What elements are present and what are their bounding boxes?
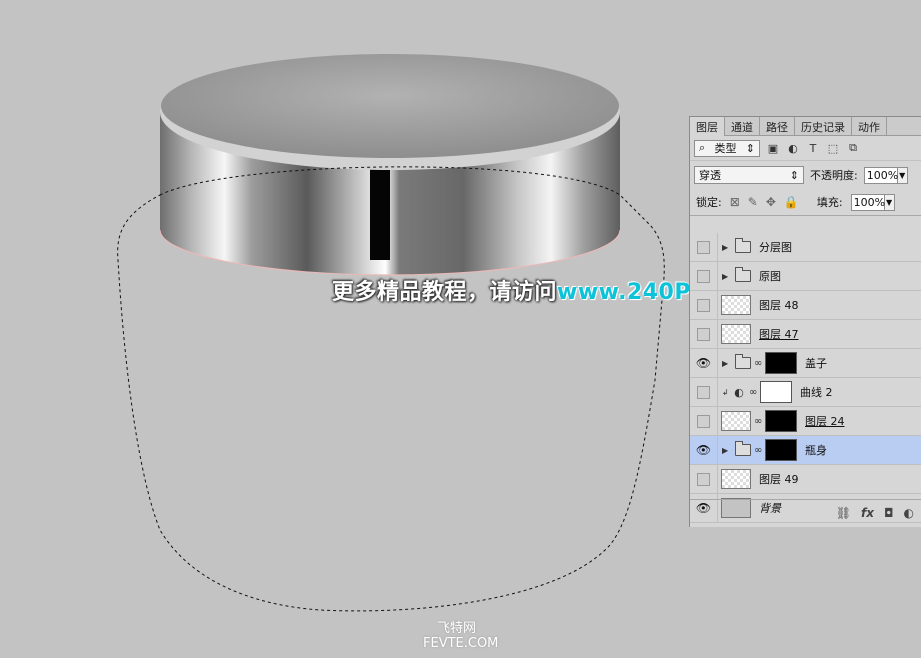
promo-text: 更多精品教程，请访问	[332, 280, 558, 305]
fx-icon[interactable]: fx	[861, 506, 874, 520]
tab-actions[interactable]: 动作	[852, 117, 887, 135]
lock-move-icon[interactable]: ✥	[766, 195, 776, 209]
updown-icon: ⇕	[789, 168, 799, 182]
layer-row[interactable]: ▶ 分层图	[690, 233, 921, 262]
lid-top	[161, 54, 619, 158]
visibility-toggle[interactable]	[690, 291, 718, 319]
smart-object-filter-icon[interactable]: ⧉	[846, 141, 860, 155]
layer-name: 图层 48	[759, 299, 799, 312]
shape-filter-icon[interactable]: ⬚	[826, 142, 840, 155]
link-icon: ∞	[749, 386, 758, 398]
link-icon: ∞	[754, 357, 763, 369]
layer-mask-thumbnail	[765, 439, 797, 461]
layer-name: 图层 24	[805, 415, 845, 428]
layer-row[interactable]: 图层 49	[690, 465, 921, 494]
tab-history[interactable]: 历史记录	[795, 117, 852, 135]
layer-name: 曲线 2	[800, 386, 833, 399]
opacity-field[interactable]: 100%	[863, 166, 898, 184]
layer-mask-thumbnail	[760, 381, 792, 403]
layer-row-selected[interactable]: 👁 ▶ ∞ 瓶身	[690, 436, 921, 465]
layer-row[interactable]: ▶ 原图	[690, 262, 921, 291]
layer-name: 瓶身	[805, 444, 827, 457]
layer-name: 图层 47	[759, 328, 799, 341]
blend-mode-select[interactable]: 穿透 ⇕	[694, 166, 804, 184]
panel-bottom-bar: ⛓ fx ◘ ◐	[690, 499, 921, 525]
layer-thumbnail	[721, 469, 751, 489]
panel-tabs: 图层 通道 路径 历史记录 动作	[690, 117, 921, 136]
fill-field[interactable]: 100%	[850, 193, 885, 211]
visibility-toggle[interactable]	[690, 465, 718, 493]
layer-name: 图层 49	[759, 473, 799, 486]
lock-transparency-icon[interactable]: ⊠	[730, 195, 740, 209]
expand-arrow-icon[interactable]: ▶	[722, 272, 732, 281]
watermark-line1: 飞特网	[437, 621, 477, 636]
layer-name: 盖子	[805, 357, 827, 370]
layers-panel: 图层 通道 路径 历史记录 动作 ⌕ 类型 ⇕ ▣ ◐ T ⬚ ⧉ 穿透 ⇕ 不…	[689, 116, 921, 527]
layer-row[interactable]: 图层 48	[690, 291, 921, 320]
search-icon: ⌕	[699, 141, 706, 154]
filter-type-select[interactable]: ⌕ 类型 ⇕	[694, 139, 760, 157]
layer-row[interactable]: 👁 ▶ ∞ 盖子	[690, 349, 921, 378]
lock-row: 锁定: ⊠ ✎ ✥ 🔒 填充: 100% ▼	[690, 189, 921, 216]
clip-arrow-icon: ↲	[722, 387, 729, 397]
updown-icon: ⇕	[745, 141, 755, 155]
type-filter-icon[interactable]: T	[806, 142, 820, 155]
chevron-down-icon[interactable]: ▼	[897, 166, 908, 184]
lock-brush-icon[interactable]: ✎	[748, 195, 758, 209]
filter-row: ⌕ 类型 ⇕ ▣ ◐ T ⬚ ⧉	[690, 136, 921, 161]
expand-arrow-icon[interactable]: ▶	[722, 243, 732, 252]
adjustment-filter-icon[interactable]: ◐	[786, 142, 800, 155]
layer-name: 分层图	[759, 241, 792, 254]
layer-thumbnail	[721, 324, 751, 344]
opacity-label: 不透明度:	[810, 169, 858, 182]
layers-list: ▶ 分层图 ▶ 原图 图层 48 图层 47 👁 ▶ ∞ 盖子 ↲ ◐ ∞ 曲线…	[690, 233, 921, 523]
expand-arrow-icon[interactable]: ▶	[722, 359, 732, 368]
watermark-line2: FEVTE.COM	[423, 636, 499, 651]
blend-row: 穿透 ⇕ 不透明度: 100% ▼	[690, 161, 921, 189]
link-icon: ∞	[754, 444, 763, 456]
lock-label: 锁定:	[696, 196, 722, 209]
visibility-toggle[interactable]	[690, 262, 718, 290]
layer-row[interactable]: ∞ 图层 24	[690, 407, 921, 436]
lock-all-icon[interactable]: 🔒	[784, 195, 799, 209]
canvas-artwork	[117, 54, 665, 612]
layer-thumbnail	[721, 295, 751, 315]
layer-row[interactable]: ↲ ◐ ∞ 曲线 2	[690, 378, 921, 407]
add-mask-icon[interactable]: ◘	[884, 506, 894, 520]
tab-layers[interactable]: 图层	[690, 117, 725, 136]
link-icon: ∞	[754, 415, 763, 427]
tab-channels[interactable]: 通道	[725, 117, 760, 135]
layer-row[interactable]: 图层 47	[690, 320, 921, 349]
image-filter-icon[interactable]: ▣	[766, 142, 780, 155]
folder-icon	[735, 354, 751, 369]
chevron-down-icon[interactable]: ▼	[884, 193, 895, 211]
layer-name: 原图	[759, 270, 781, 283]
eye-icon[interactable]: 👁	[690, 436, 718, 464]
expand-arrow-icon[interactable]: ▶	[722, 446, 732, 455]
folder-icon	[735, 238, 751, 253]
visibility-toggle[interactable]	[690, 378, 718, 406]
layer-thumbnail	[721, 411, 751, 431]
fill-label: 填充:	[816, 196, 843, 209]
folder-icon	[735, 441, 751, 456]
blend-mode-value: 穿透	[699, 169, 721, 182]
visibility-toggle[interactable]	[690, 320, 718, 348]
new-adjustment-icon[interactable]: ◐	[904, 506, 914, 520]
link-layers-icon[interactable]: ⛓	[836, 506, 851, 520]
adjustment-layer-icon: ◐	[734, 385, 744, 399]
tab-paths[interactable]: 路径	[760, 117, 795, 135]
eye-icon[interactable]: 👁	[690, 349, 718, 377]
layer-mask-thumbnail	[765, 352, 797, 374]
visibility-toggle[interactable]	[690, 407, 718, 435]
folder-icon	[735, 267, 751, 282]
visibility-toggle[interactable]	[690, 233, 718, 261]
layer-mask-thumbnail	[765, 410, 797, 432]
filter-type-label: 类型	[714, 142, 737, 155]
